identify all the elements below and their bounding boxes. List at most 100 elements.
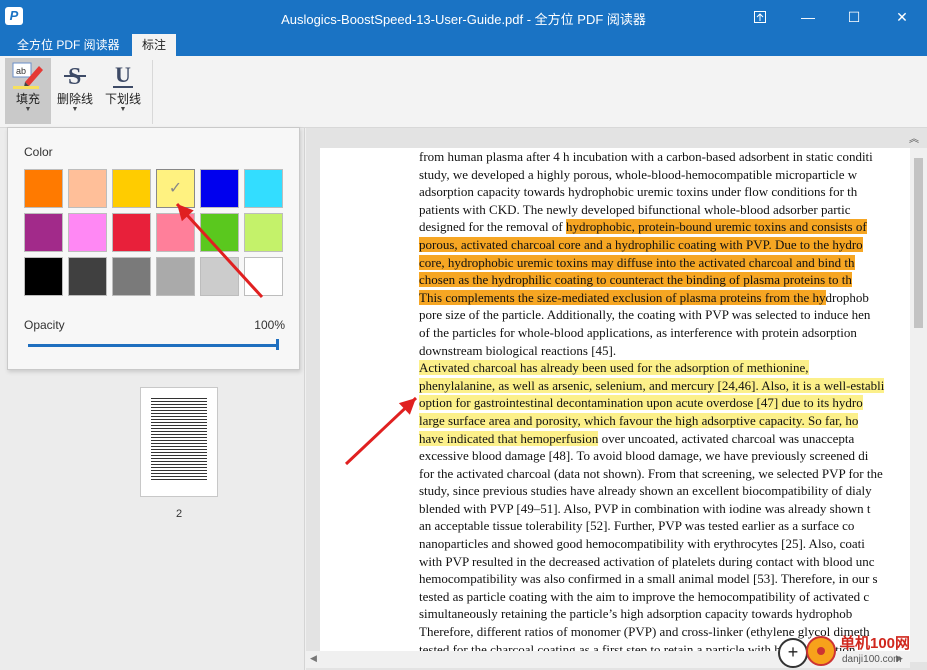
- text-span: with PVP resulted in the decreased activ…: [419, 553, 875, 569]
- color-swatch[interactable]: [112, 169, 151, 208]
- text-span: downstream biological reactions [45].: [419, 342, 617, 358]
- color-swatch[interactable]: [200, 257, 239, 296]
- text-span: for the activated charcoal (data not sho…: [419, 465, 883, 481]
- text-line: blended with PVP [49–51]. Also, PVP in c…: [419, 500, 910, 518]
- color-swatch[interactable]: [24, 257, 63, 296]
- text-line: tested as particle coating with the aim …: [419, 588, 910, 606]
- thumbnail-preview: [151, 398, 207, 482]
- highlighted-text: phenylalanine, as well as arsenic, selen…: [419, 377, 885, 393]
- opacity-slider[interactable]: [28, 344, 278, 347]
- collapse-ribbon-icon[interactable]: ︽: [909, 130, 919, 145]
- color-swatch[interactable]: [244, 213, 283, 252]
- text-line: hemocompatibility was also confirmed in …: [419, 570, 910, 588]
- ribbon: ab 填充 ▼ S 删除线 ▼ U 下划线 ▼: [0, 56, 927, 128]
- highlighted-text: core, hydrophobic uremic toxins may diff…: [419, 254, 855, 270]
- zoom-plus-button[interactable]: +: [778, 638, 808, 668]
- tab-app[interactable]: 全方位 PDF 阅读器: [7, 34, 130, 56]
- opacity-value: 100%: [254, 318, 285, 332]
- strikethrough-label: 删除线: [56, 92, 93, 106]
- text-line: excessive blood damage [48]. To avoid bl…: [419, 447, 910, 465]
- pdf-page: from human plasma after 4 h incubation w…: [320, 148, 910, 662]
- color-swatch[interactable]: [244, 169, 283, 208]
- text-line: for the activated charcoal (data not sho…: [419, 465, 910, 483]
- text-line: an acceptable tissue tolerability [52]. …: [419, 517, 910, 535]
- restore-icon-button[interactable]: [737, 0, 783, 34]
- highlighted-text: chosen as the hydrophilic coating to cou…: [419, 272, 852, 288]
- scrollbar-thumb[interactable]: [914, 158, 923, 328]
- text-line: study, we developed a highly porous, who…: [419, 166, 910, 184]
- color-swatch[interactable]: [68, 257, 107, 296]
- text-line: have indicated that hemoperfusion over u…: [419, 430, 910, 448]
- text-line: adsorption capacity towards hydrophobic …: [419, 183, 910, 201]
- text-span: study, since previous studies have alrea…: [419, 483, 872, 499]
- vertical-scrollbar[interactable]: [910, 148, 927, 662]
- text-line: downstream biological reactions [45].: [419, 342, 910, 360]
- page-thumbnail[interactable]: [140, 387, 218, 497]
- highlight-fill-icon: ab: [5, 58, 51, 92]
- fill-label: 填充: [15, 92, 40, 106]
- color-picker-popup: Color ✓ Opacity 100%: [7, 127, 300, 370]
- text-line: from human plasma after 4 h incubation w…: [419, 148, 910, 166]
- color-swatch[interactable]: [68, 169, 107, 208]
- text-span: drophob: [825, 289, 869, 305]
- color-swatch[interactable]: [112, 213, 151, 252]
- text-line: simultaneously retaining the particle’s …: [419, 605, 910, 623]
- text-span: designed for the removal of: [419, 219, 566, 235]
- text-span: nanoparticles and showed good hemocompat…: [419, 536, 865, 552]
- highlighted-text: hydrophobic, protein-bound uremic toxins…: [565, 219, 867, 235]
- text-span: blended with PVP [49–51]. Also, PVP in c…: [419, 500, 871, 516]
- text-span: hemocompatibility was also confirmed in …: [419, 571, 878, 587]
- text-line: of the particles for whole-blood applica…: [419, 324, 910, 342]
- color-swatch[interactable]: [200, 213, 239, 252]
- chevron-down-icon: ▼: [119, 106, 127, 113]
- underline-label: 下划线: [104, 92, 141, 106]
- color-swatch[interactable]: [24, 169, 63, 208]
- text-line: porous, activated charcoal core and a hy…: [419, 236, 910, 254]
- text-span: an acceptable tissue tolerability [52]. …: [419, 518, 855, 534]
- color-swatch[interactable]: [244, 257, 283, 296]
- highlighted-text: porous, activated charcoal core and a hy…: [419, 236, 863, 252]
- close-button[interactable]: ✕: [879, 0, 925, 34]
- ribbon-divider: [152, 60, 153, 124]
- document-viewer: ︽ from human plasma after 4 h incubation…: [306, 128, 927, 670]
- watermark-icon: [806, 636, 836, 666]
- opacity-slider-thumb[interactable]: [276, 339, 279, 350]
- color-swatch[interactable]: [156, 257, 195, 296]
- text-span: over uncoated, activated charcoal was un…: [598, 430, 855, 446]
- text-line: Activated charcoal has already been used…: [419, 359, 910, 377]
- text-span: tested as particle coating with the aim …: [419, 588, 870, 604]
- color-swatch[interactable]: [156, 213, 195, 252]
- highlighted-text: option for gastrointestinal decontaminat…: [419, 395, 863, 411]
- svg-text:U: U: [115, 62, 131, 87]
- color-swatch[interactable]: [200, 169, 239, 208]
- highlighted-text: have indicated that hemoperfusion: [419, 430, 599, 446]
- strikethrough-button[interactable]: S 删除线 ▼: [52, 58, 98, 124]
- chevron-down-icon: ▼: [24, 106, 32, 113]
- fill-highlight-button[interactable]: ab 填充 ▼: [5, 58, 51, 124]
- text-line: core, hydrophobic uremic toxins may diff…: [419, 254, 910, 272]
- text-line: chosen as the hydrophilic coating to cou…: [419, 271, 910, 289]
- color-swatch[interactable]: [112, 257, 151, 296]
- tab-annotate[interactable]: 标注: [132, 34, 177, 56]
- text-span: from human plasma after 4 h incubation w…: [419, 149, 873, 164]
- text-line: pore size of the particle. Additionally,…: [419, 306, 910, 324]
- maximize-button[interactable]: ☐: [831, 0, 877, 34]
- svg-text:ab: ab: [16, 66, 26, 76]
- checkmark-icon: ✓: [168, 180, 183, 197]
- title-bar: P Auslogics-BoostSpeed-13-User-Guide.pdf…: [0, 0, 927, 34]
- ribbon-tabs: 全方位 PDF 阅读器 标注: [0, 34, 927, 56]
- color-swatch[interactable]: ✓: [156, 169, 195, 208]
- text-span: study, we developed a highly porous, who…: [419, 166, 858, 182]
- underline-button[interactable]: U 下划线 ▼: [100, 58, 146, 124]
- minimize-button[interactable]: —: [785, 0, 831, 34]
- text-line: This complements the size-mediated exclu…: [419, 289, 910, 307]
- watermark-logo: 单机100网 danji100.com: [806, 628, 927, 670]
- scroll-left-icon[interactable]: ◀: [310, 653, 317, 664]
- thumbnail-page-number: 2: [175, 508, 183, 520]
- highlighted-text: large surface area and porosity, which f…: [419, 412, 859, 428]
- text-line: with PVP resulted in the decreased activ…: [419, 553, 910, 571]
- color-swatch[interactable]: [24, 213, 63, 252]
- text-span: of the particles for whole-blood applica…: [419, 324, 857, 340]
- chevron-down-icon: ▼: [71, 106, 79, 113]
- color-swatch[interactable]: [68, 213, 107, 252]
